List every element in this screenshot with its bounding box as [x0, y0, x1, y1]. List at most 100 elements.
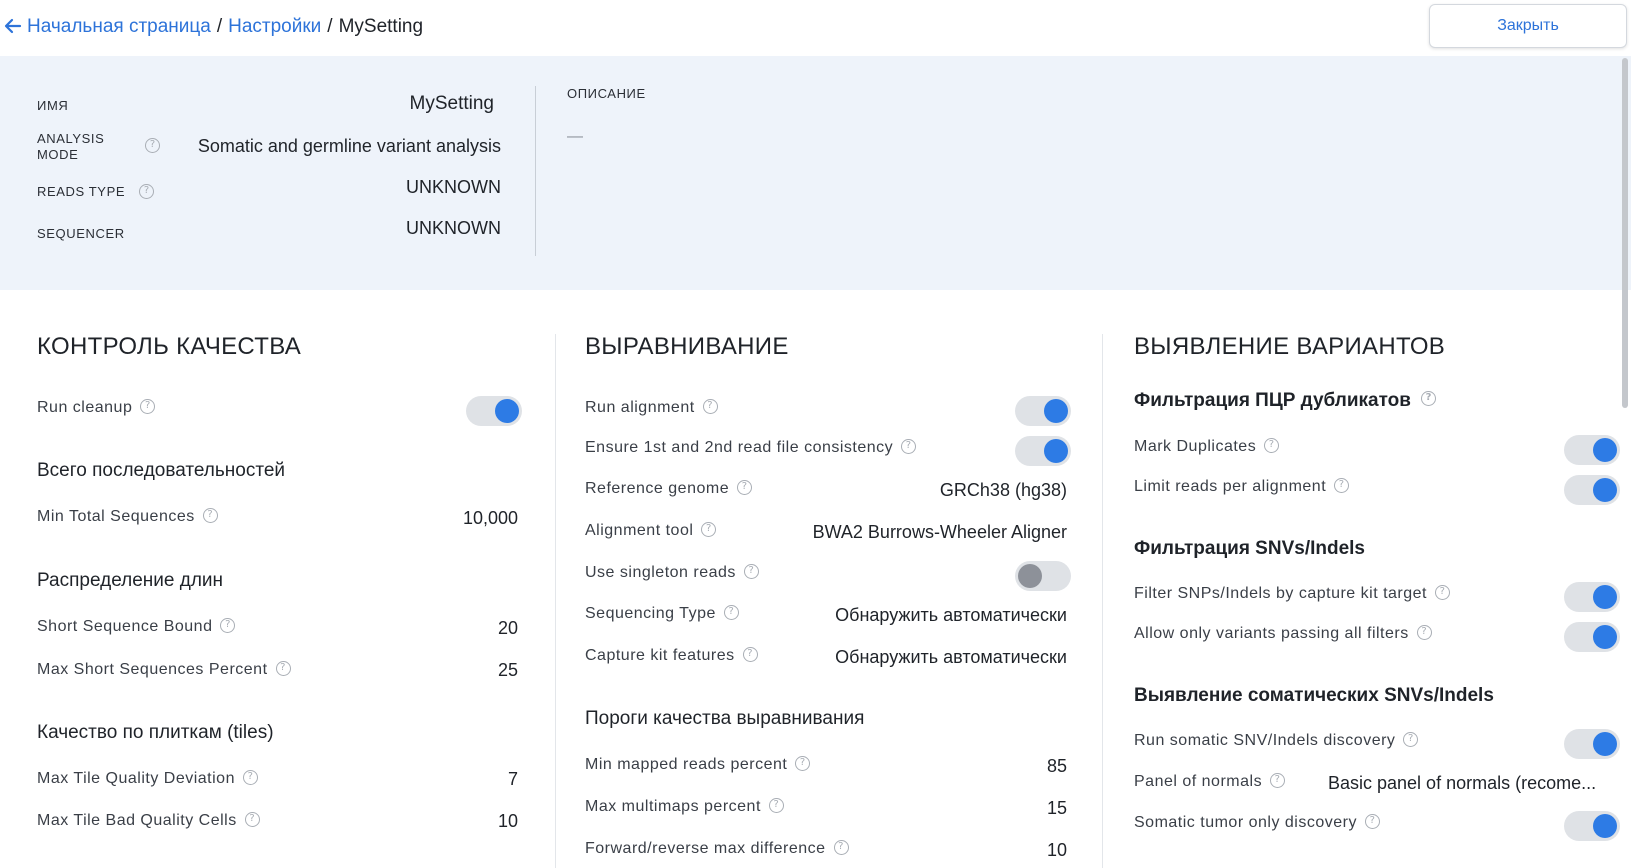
run-somatic-toggle[interactable] [1564, 729, 1620, 759]
help-icon[interactable]: ? [1420, 391, 1436, 407]
run-cleanup-toggle[interactable] [466, 396, 522, 426]
breadcrumb-settings-link[interactable]: Настройки [228, 16, 321, 37]
panel-of-normals-value[interactable]: Basic panel of normals (recome... [1328, 773, 1596, 794]
breadcrumb-home-link[interactable]: Начальная страница [27, 16, 211, 37]
help-icon[interactable]: ? [139, 184, 154, 199]
close-button[interactable]: Закрыть [1429, 4, 1627, 48]
scrollbar-thumb[interactable] [1622, 58, 1628, 408]
page-scrollbar[interactable] [1620, 56, 1628, 868]
tile-deviation-value[interactable]: 7 [508, 769, 518, 790]
forward-reverse-value[interactable]: 10 [1047, 840, 1067, 861]
help-icon[interactable]: ? [275, 661, 291, 677]
top-bar: Начальная страница / Настройки / MySetting З… [0, 0, 1631, 56]
analysis-mode-label: ANALYSIS MODE [37, 131, 104, 163]
ensure-consistency-toggle[interactable] [1015, 436, 1071, 466]
description-label: ОПИСАНИЕ [567, 86, 646, 101]
toggle-knob [1593, 585, 1617, 609]
singleton-reads-label: Use singleton reads [585, 564, 736, 581]
allow-passing-row: Allow only variants passing all filters? [1134, 624, 1432, 644]
tile-deviation-label: Max Tile Quality Deviation [37, 770, 235, 787]
mark-duplicates-label: Mark Duplicates [1134, 438, 1257, 455]
limit-reads-label: Limit reads per alignment [1134, 478, 1327, 495]
run-alignment-toggle[interactable] [1015, 396, 1071, 426]
help-icon[interactable]: ? [140, 399, 156, 415]
tumor-only-toggle[interactable] [1564, 811, 1620, 841]
multimaps-value[interactable]: 15 [1047, 798, 1067, 819]
alignment-tool-value[interactable]: BWA2 Burrows-Wheeler Aligner [813, 522, 1067, 543]
back-arrow-icon[interactable] [4, 16, 22, 36]
singleton-reads-toggle[interactable] [1015, 561, 1071, 591]
toggle-knob [1593, 478, 1617, 502]
alignment-tool-label: Alignment tool [585, 522, 694, 539]
name-label: ИМЯ [37, 98, 69, 113]
min-total-row: Min Total Sequences? [37, 507, 218, 527]
mapped-reads-value[interactable]: 85 [1047, 756, 1067, 777]
toggle-knob [1593, 814, 1617, 838]
analysis-mode-label-line-2: MODE [37, 147, 79, 162]
help-icon[interactable]: ? [145, 138, 160, 153]
help-icon[interactable]: ? [768, 798, 784, 814]
mapped-reads-label: Min mapped reads percent [585, 756, 788, 773]
help-icon[interactable]: ? [701, 522, 717, 538]
run-cleanup-label: Run cleanup [37, 399, 133, 416]
max-short-label: Max Short Sequences Percent [37, 661, 268, 678]
length-distribution-subtitle: Распределение длин [37, 570, 224, 591]
help-icon[interactable]: ? [702, 399, 718, 415]
help-icon[interactable]: ? [743, 564, 759, 580]
help-icon[interactable]: ? [1416, 625, 1432, 641]
filter-capture-toggle[interactable] [1564, 582, 1620, 612]
breadcrumb-separator: / [327, 16, 333, 37]
help-icon[interactable]: ? [901, 439, 917, 455]
help-icon[interactable]: ? [202, 508, 218, 524]
mark-duplicates-row: Mark Duplicates? [1134, 437, 1280, 457]
somatic-discovery-subtitle: Выявление соматических SNVs/Indels [1134, 685, 1494, 706]
limit-reads-row: Limit reads per alignment? [1134, 477, 1350, 497]
help-icon[interactable]: ? [737, 480, 753, 496]
singleton-reads-row: Use singleton reads? [585, 563, 759, 583]
help-icon[interactable]: ? [723, 605, 739, 621]
sequencer-label: SEQUENCER [37, 226, 125, 241]
tile-bad-cells-value[interactable]: 10 [498, 811, 518, 832]
help-icon[interactable]: ? [1264, 438, 1280, 454]
allow-passing-label: Allow only variants passing all filters [1134, 625, 1409, 642]
help-icon[interactable]: ? [244, 812, 260, 828]
panel-of-normals-label: Panel of normals [1134, 773, 1263, 790]
mark-duplicates-toggle[interactable] [1564, 435, 1620, 465]
qc-section-title: КОНТРОЛЬ КАЧЕСТВА [37, 333, 302, 360]
max-short-value[interactable]: 25 [498, 660, 518, 681]
min-total-value[interactable]: 10,000 [463, 508, 518, 529]
total-sequences-subtitle: Всего последовательностей [37, 460, 286, 481]
limit-reads-toggle[interactable] [1564, 475, 1620, 505]
ensure-consistency-row: Ensure 1st and 2nd read file consistency… [585, 438, 917, 458]
sequencing-type-value[interactable]: Обнаружить автоматически [835, 605, 1067, 626]
run-alignment-label: Run alignment [585, 399, 695, 416]
help-icon[interactable]: ? [1334, 478, 1350, 494]
help-icon[interactable]: ? [742, 647, 758, 663]
toggle-knob [1018, 564, 1042, 588]
capture-kit-value[interactable]: Обнаружить автоматически [835, 647, 1067, 668]
filter-capture-label: Filter SNPs/Indels by capture kit target [1134, 585, 1427, 602]
min-total-label: Min Total Sequences [37, 508, 195, 525]
column-divider [555, 334, 556, 868]
help-icon[interactable]: ? [1435, 585, 1450, 601]
help-icon[interactable]: ? [795, 756, 811, 772]
forward-reverse-label: Forward/reverse max difference [585, 840, 826, 857]
pcr-duplicates-title: Фильтрация ПЦР дубликатов [1134, 390, 1411, 411]
help-icon[interactable]: ? [833, 840, 849, 856]
short-bound-value[interactable]: 20 [498, 618, 518, 639]
help-icon[interactable]: ? [1364, 814, 1380, 830]
help-icon[interactable]: ? [242, 770, 258, 786]
help-icon[interactable]: ? [1270, 773, 1286, 789]
help-icon[interactable]: ? [1403, 732, 1419, 748]
reference-genome-label: Reference genome [585, 480, 730, 497]
reads-type-value: UNKNOWN [406, 177, 501, 197]
tumor-only-label: Somatic tumor only discovery [1134, 814, 1357, 831]
reference-genome-value[interactable]: GRCh38 (hg38) [940, 480, 1067, 501]
tile-bad-cells-label: Max Tile Bad Quality Cells [37, 812, 237, 829]
setting-info-panel: ИМЯ MySetting ANALYSIS MODE ? Somatic an… [0, 56, 1631, 290]
help-icon[interactable]: ? [220, 618, 236, 634]
toggle-knob [1593, 438, 1617, 462]
toggle-knob [1044, 439, 1068, 463]
sequencer-value: UNKNOWN [406, 218, 501, 238]
allow-passing-toggle[interactable] [1564, 622, 1620, 652]
